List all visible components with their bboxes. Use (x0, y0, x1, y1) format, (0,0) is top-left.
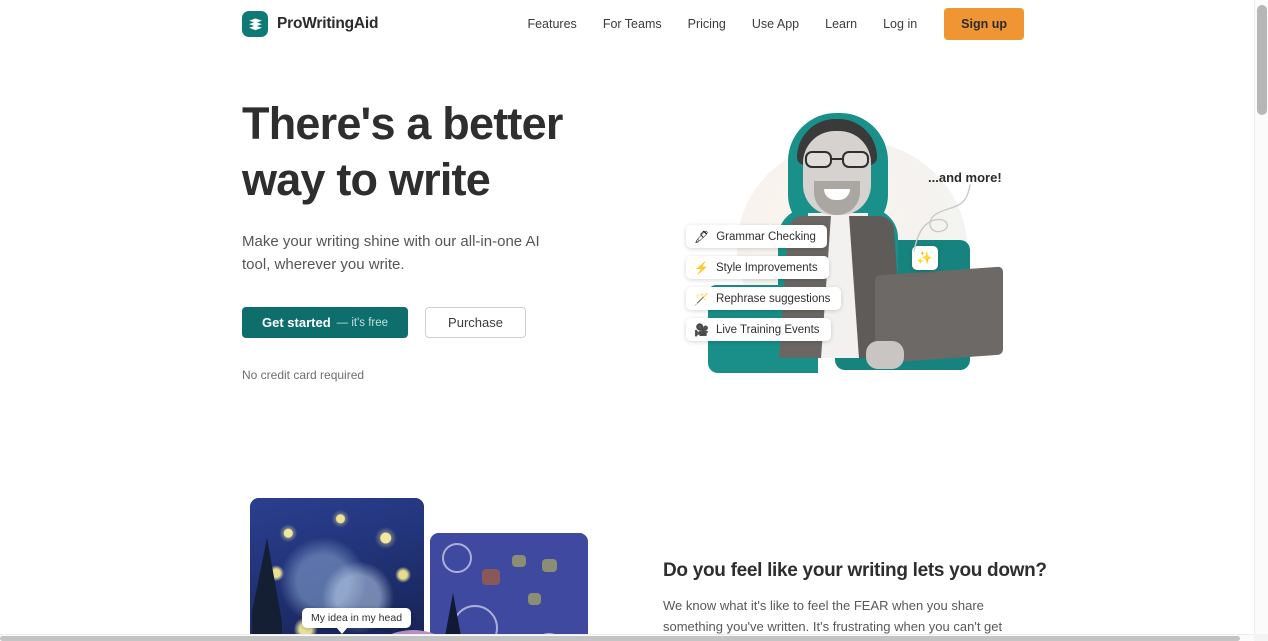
pen-icon: 🖋 (694, 229, 710, 244)
image-caption-tooltip: My idea in my head (302, 608, 412, 634)
nav-item-learn[interactable]: Learn (812, 0, 870, 48)
nav-item-features[interactable]: Features (514, 0, 589, 48)
glasses-icon (803, 151, 871, 168)
lightning-icon: ⚡ (694, 260, 709, 275)
book-pages-icon (242, 11, 268, 37)
feature-chip-rephrase-suggestions: 🪄 Rephrase suggestions (686, 287, 842, 310)
hero-illustration: 🖋 Grammar Checking ⚡ Style Improvements … (660, 105, 1020, 390)
feature-chip-list: 🖋 Grammar Checking ⚡ Style Improvements … (686, 225, 842, 341)
hero-copy: There's a better way to write Make your … (242, 96, 642, 382)
get-started-button[interactable]: Get started — it's free (242, 307, 409, 338)
pointer-squiggle-line (913, 184, 971, 252)
hero-subtitle: Make your writing shine with our all-in-… (242, 233, 540, 273)
and-more-label: ...and more! (928, 170, 1002, 185)
scrollbar-corner (1254, 634, 1268, 641)
sign-up-button[interactable]: Sign up (944, 8, 1024, 40)
movie-camera-icon: 🎥 (694, 322, 709, 337)
feature-chip-style-improvements: ⚡ Style Improvements (686, 256, 829, 279)
feature-chip-label: Style Improvements (715, 261, 818, 274)
no-credit-card-note: No credit card required (242, 368, 365, 382)
feature-chip-grammar-checking: 🖋 Grammar Checking (686, 225, 827, 248)
crude-painting-image (430, 533, 588, 634)
section-two-illustration: My idea in my head (250, 498, 640, 634)
feature-chip-label: Grammar Checking (716, 230, 816, 243)
get-started-suffix: — it's free (336, 316, 389, 329)
hero-title: There's a better way to write (242, 98, 563, 205)
brand-name: ProWritingAid (277, 15, 379, 32)
browser-page: ProWritingAid Features For Teams Pricing… (0, 0, 1268, 641)
nav-item-pricing[interactable]: Pricing (675, 0, 739, 48)
magic-wand-icon: 🪄 (694, 291, 709, 306)
vertical-scrollbar-thumb[interactable] (1257, 5, 1267, 115)
hero-actions: Get started — it's free Purchase (242, 307, 642, 338)
brand-logo-link[interactable]: ProWritingAid (242, 11, 379, 37)
site-header: ProWritingAid Features For Teams Pricing… (0, 0, 1254, 48)
feature-chip-label: Live Training Events (715, 323, 820, 336)
primary-nav: Features For Teams Pricing Use App Learn… (514, 0, 1024, 48)
page-viewport: ProWritingAid Features For Teams Pricing… (0, 0, 1254, 634)
nav-item-log-in[interactable]: Log in (870, 0, 930, 48)
section-two-title: Do you feel like your writing lets you d… (663, 560, 1047, 581)
vertical-scrollbar[interactable] (1254, 0, 1268, 634)
horizontal-scrollbar[interactable] (0, 634, 1268, 641)
nav-item-use-app[interactable]: Use App (739, 0, 812, 48)
section-two-body: We know what it's like to feel the FEAR … (663, 598, 1003, 634)
horizontal-scrollbar-thumb[interactable] (0, 636, 1240, 641)
section-two-copy: Do you feel like your writing lets you d… (663, 560, 1047, 634)
feature-chip-label: Rephrase suggestions (715, 292, 831, 305)
feature-chip-live-training-events: 🎥 Live Training Events (686, 318, 831, 341)
purchase-button[interactable]: Purchase (425, 307, 526, 338)
get-started-label: Get started (262, 315, 331, 330)
nav-item-for-teams[interactable]: For Teams (590, 0, 675, 48)
